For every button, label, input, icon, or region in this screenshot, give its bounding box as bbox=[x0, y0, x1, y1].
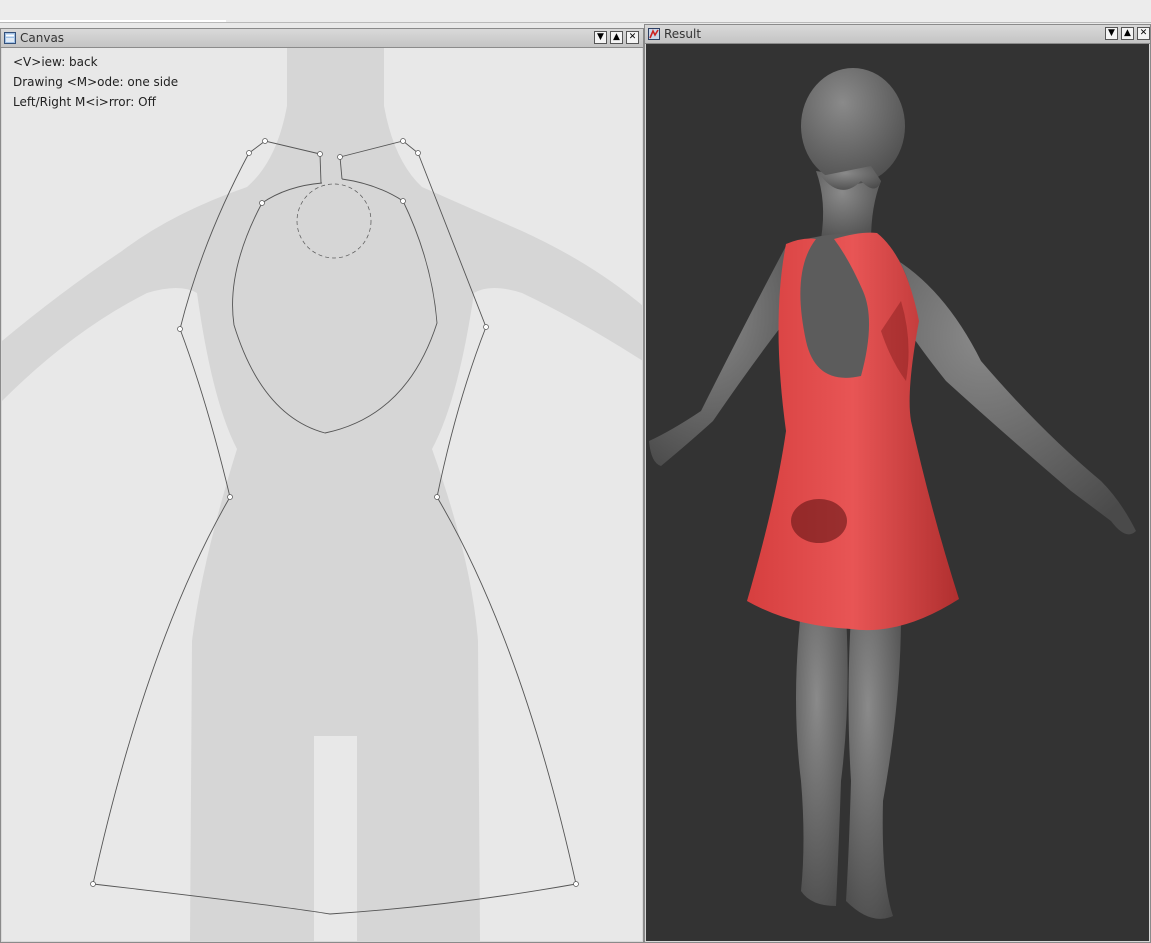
canvas-close-button[interactable]: ✕ bbox=[626, 31, 639, 44]
drawing-mode-status: Drawing <M>ode: one side bbox=[13, 75, 179, 89]
result-maximize-button[interactable]: ▲ bbox=[1121, 27, 1134, 40]
result-close-button[interactable]: ✕ bbox=[1137, 27, 1150, 40]
result-titlebar[interactable]: Result ▼ ▲ ✕ bbox=[645, 25, 1150, 44]
dress-shadow-fold bbox=[791, 499, 847, 543]
drawing-canvas[interactable]: <V>iew: back Drawing <M>ode: one side Le… bbox=[2, 48, 642, 941]
result-minimize-button[interactable]: ▼ bbox=[1105, 27, 1118, 40]
canvas-title: Canvas bbox=[20, 31, 65, 45]
mannequin-head bbox=[801, 68, 905, 241]
mannequin-render[interactable] bbox=[646, 44, 1149, 941]
result-3d-viewport[interactable] bbox=[646, 44, 1149, 941]
canvas-drawing[interactable] bbox=[2, 48, 642, 941]
canvas-minimize-button[interactable]: ▼ bbox=[594, 31, 607, 44]
canvas-window-icon bbox=[4, 31, 16, 44]
mirror-status: Left/Right M<i>rror: Off bbox=[13, 95, 156, 109]
canvas-titlebar[interactable]: Canvas ▼ ▲ ✕ bbox=[1, 29, 643, 48]
body-silhouette bbox=[2, 48, 642, 941]
result-window-icon bbox=[648, 27, 660, 40]
mannequin-legs bbox=[796, 611, 901, 919]
canvas-maximize-button[interactable]: ▲ bbox=[610, 31, 623, 44]
canvas-window[interactable]: Canvas ▼ ▲ ✕ <V>iew: back Drawing <M>ode… bbox=[0, 28, 644, 943]
top-toolbar-strip bbox=[0, 0, 1151, 23]
view-status: <V>iew: back bbox=[13, 55, 98, 69]
result-window[interactable]: Result ▼ ▲ ✕ bbox=[644, 24, 1151, 943]
result-title: Result bbox=[664, 27, 702, 41]
